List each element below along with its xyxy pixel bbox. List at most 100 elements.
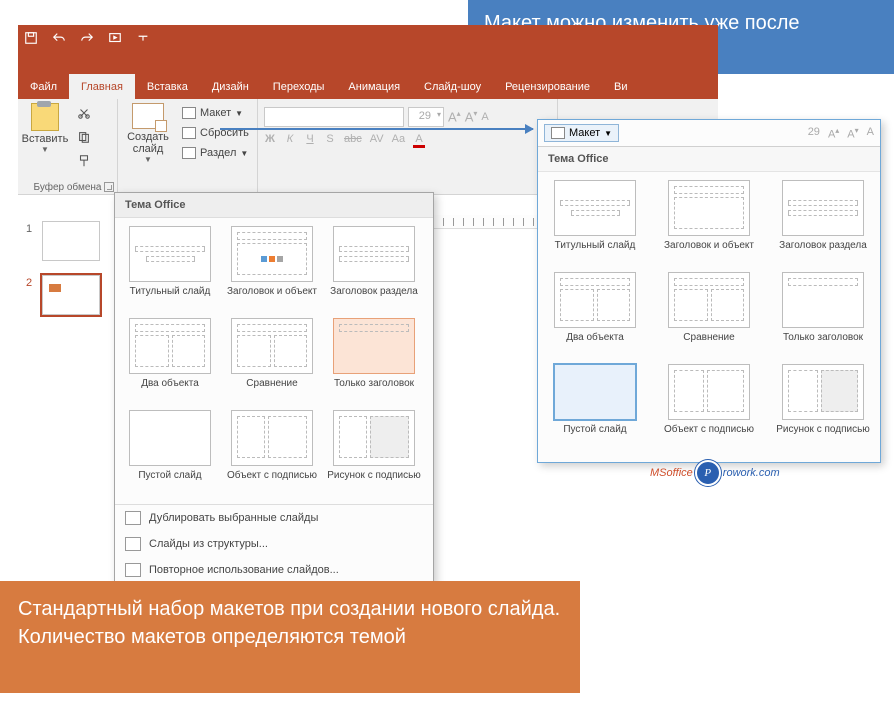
cut-icon[interactable] [74,105,94,121]
layout-label: Сравнение [654,332,764,354]
gallery-header: Тема Office [115,193,433,218]
reuse-slides-item[interactable]: Повторное использование слайдов... [115,557,433,583]
layout-comparison[interactable]: Сравнение [654,272,764,354]
layout-label: Два объекта [540,332,650,354]
section-button[interactable]: Раздел ▼ [178,145,253,161]
decrease-font-icon: A▾ [847,126,858,141]
layout-label: Пустой слайд [121,470,219,492]
layout-label: Объект с подписью [654,424,764,446]
layout-title-content[interactable]: Заголовок и объект [223,226,321,308]
callout-annotation-bottom: Стандартный набор макетов при создании н… [0,581,580,693]
watermark-text-pre: MSoffice [650,467,693,479]
menu-item-label: Повторное использование слайдов... [149,564,339,576]
layout-title-only[interactable]: Только заголовок [325,318,423,400]
layout-label: Только заголовок [768,332,878,354]
font-family-combo[interactable] [264,107,404,127]
outline-icon [125,537,141,551]
increase-font-icon[interactable]: A▴ [448,109,461,124]
layout-section-header[interactable]: Заголовок раздела [768,180,878,262]
format-painter-icon[interactable] [74,153,94,169]
layout-label: Объект с подписью [223,470,321,492]
underline-button[interactable]: Ч [304,133,316,148]
slide-thumbnail-2[interactable]: 2 [42,275,105,315]
decrease-font-icon[interactable]: A▾ [465,109,478,124]
layout-title-slide[interactable]: Титульный слайд [540,180,650,262]
layout-button[interactable]: Макет▼ [178,105,253,121]
layout-label: Макет [200,107,231,119]
layout-label: Только заголовок [325,378,423,400]
char-spacing-button[interactable]: AV [370,133,384,148]
tab-animations[interactable]: Анимация [336,74,412,99]
dialog-launcher-icon[interactable] [104,182,114,192]
undo-icon[interactable] [51,30,67,46]
tab-slideshow[interactable]: Слайд-шоу [412,74,493,99]
section-label: Раздел [200,147,236,159]
layout-dropdown-button[interactable]: Макет ▼ [544,124,619,142]
qat-customize-icon[interactable] [135,30,151,46]
annotation-arrow [220,128,533,130]
tab-design[interactable]: Дизайн [200,74,261,99]
text-shadow-button[interactable]: S [324,133,336,148]
slide-thumbnail-1[interactable]: 1 [42,221,105,261]
italic-button[interactable]: К [284,133,296,148]
layout-label: Рисунок с подписью [768,424,878,446]
strikethrough-button[interactable]: abc [344,133,362,148]
gallery-footer: Дублировать выбранные слайды Слайды из с… [115,504,433,583]
font-size-display: 29 [808,126,820,141]
clear-formatting-icon[interactable]: A [481,111,488,123]
tab-home[interactable]: Главная [69,74,135,99]
start-slideshow-icon[interactable] [107,30,123,46]
save-icon[interactable] [23,30,39,46]
watermark-badge: P [695,460,721,486]
chevron-down-icon: ▼ [122,155,174,164]
change-case-button[interactable]: Aa [392,133,405,148]
tab-review[interactable]: Рецензирование [493,74,602,99]
reuse-icon [125,563,141,577]
layout-two-content[interactable]: Два объекта [540,272,650,354]
tab-insert[interactable]: Вставка [135,74,200,99]
layout-label: Сравнение [223,378,321,400]
copy-icon[interactable] [74,129,94,145]
layout-label: Титульный слайд [540,240,650,262]
new-slide-button[interactable]: Создать слайд ▼ [122,103,174,164]
layout-content-caption[interactable]: Объект с подписью [223,410,321,492]
group-clipboard: Вставить ▼ Буфер обмена [18,99,118,195]
horizontal-ruler [433,215,537,229]
layout-blank[interactable]: Пустой слайд [121,410,219,492]
group-slides: Создать слайд ▼ Макет▼ Сбросить Раздел▼ [118,99,258,195]
paste-button[interactable]: Вставить ▼ [20,103,70,154]
layout-blank[interactable]: Пустой слайд [540,364,650,446]
menu-item-label: Слайды из структуры... [149,538,268,550]
layout-dropdown-gallery: Макет ▼ 29 A▴ A▾ A Тема Office Титульный… [537,119,881,463]
layout-label: Заголовок раздела [325,286,423,308]
layout-comparison[interactable]: Сравнение [223,318,321,400]
layout-title-only[interactable]: Только заголовок [768,272,878,354]
tab-view[interactable]: Ви [602,74,639,99]
tab-transitions[interactable]: Переходы [261,74,337,99]
paste-label: Вставить [20,133,70,145]
layout-title-slide[interactable]: Титульный слайд [121,226,219,308]
layout-label: Два объекта [121,378,219,400]
bold-button[interactable]: Ж [264,133,276,148]
slide-thumbnails-panel: 1 2 [18,215,113,329]
new-slide-label: Создать слайд [122,131,174,155]
chevron-down-icon: ▼ [604,129,612,138]
font-size-combo[interactable]: 29 [408,107,444,127]
layout-section-header[interactable]: Заголовок раздела [325,226,423,308]
layout-picture-caption[interactable]: Рисунок с подписью [768,364,878,446]
font-color-button[interactable]: A [413,133,425,148]
group-font: 29 A▴ A▾ A Ж К Ч S abc AV Aa A [258,99,558,195]
layout-label: Заголовок и объект [223,286,321,308]
chevron-down-icon: ▼ [240,149,248,158]
layout-content-caption[interactable]: Объект с подписью [654,364,764,446]
tab-file[interactable]: Файл [18,74,69,99]
thumbnail-number: 1 [26,223,32,235]
title-bar: Файл Главная Вставка Дизайн Переходы Ани… [18,25,718,99]
redo-icon[interactable] [79,30,95,46]
slides-from-outline-item[interactable]: Слайды из структуры... [115,531,433,557]
layout-title-content[interactable]: Заголовок и объект [654,180,764,262]
duplicate-slides-item[interactable]: Дублировать выбранные слайды [115,505,433,531]
layout-picture-caption[interactable]: Рисунок с подписью [325,410,423,492]
layout-two-content[interactable]: Два объекта [121,318,219,400]
layout-label: Рисунок с подписью [325,470,423,492]
